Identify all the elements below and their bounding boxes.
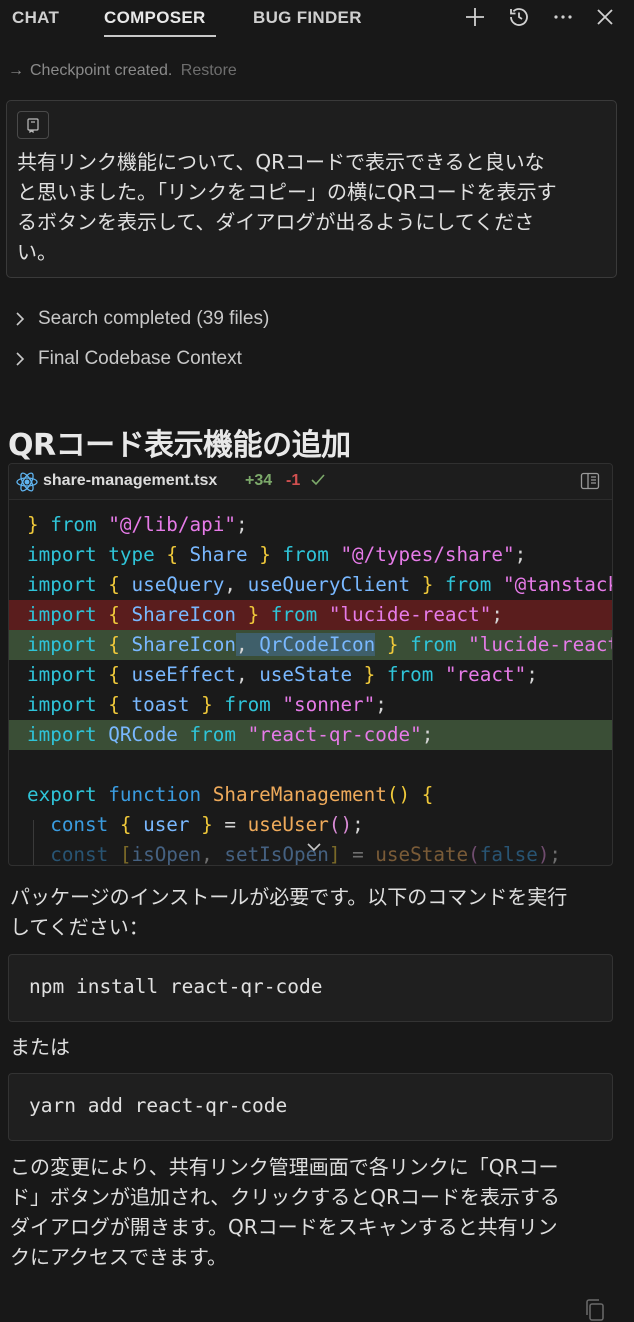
code-line: import { useQuery, useQueryClient } from… bbox=[27, 573, 612, 596]
plus-icon[interactable] bbox=[462, 4, 488, 30]
active-tab-indicator bbox=[104, 35, 216, 37]
react-icon bbox=[16, 472, 38, 492]
copy-icon[interactable] bbox=[584, 1298, 606, 1322]
chevron-down-icon[interactable] bbox=[305, 840, 323, 854]
section-title: QRコード表示機能の追加 bbox=[8, 428, 351, 463]
code-line-inserted: import QRCode from "react-qr-code"; bbox=[9, 720, 612, 750]
tab-chat[interactable]: CHAT bbox=[12, 8, 59, 28]
removed-lines-count: -1 bbox=[286, 472, 301, 489]
code-line: const { user } = useUser(); bbox=[50, 813, 364, 836]
or-text: または bbox=[10, 1035, 70, 1059]
check-icon bbox=[311, 474, 325, 486]
command-text: npm install react-qr-code bbox=[29, 975, 323, 998]
command-block-yarn: yarn add react-qr-code bbox=[8, 1073, 613, 1141]
final-context-label: Final Codebase Context bbox=[38, 348, 242, 369]
tab-composer[interactable]: COMPOSER bbox=[104, 8, 206, 28]
code-card-header: share-management.tsx +34 -1 bbox=[9, 464, 612, 500]
code-filename[interactable]: share-management.tsx bbox=[43, 472, 217, 490]
prompt-line: い。 bbox=[17, 240, 57, 264]
paragraph-line: パッケージのインストールが必要です。以下のコマンドを実行 bbox=[10, 885, 568, 909]
search-completed-row[interactable]: Search completed (39 files) bbox=[14, 308, 269, 330]
summary-text: この変更により、共有リンク管理画面で各リンクに「QRコー ド」ボタンが追加され、… bbox=[10, 1152, 614, 1272]
code-diff-card: share-management.tsx +34 -1 } from "@/li… bbox=[8, 463, 613, 866]
paragraph-line: クにアクセスできます。 bbox=[10, 1245, 227, 1269]
chevron-right-icon bbox=[16, 312, 25, 326]
code-body: } from "@/lib/api"; import type { Share … bbox=[9, 502, 612, 865]
added-lines-count: +34 bbox=[245, 472, 273, 489]
code-line-deleted: import { ShareIcon } from "lucide-react"… bbox=[9, 600, 612, 630]
prompt-text: 共有リンク機能について、QRコードで表示できると良いな と思いました。「リンクを… bbox=[17, 147, 605, 267]
arrow-right-icon: → bbox=[8, 62, 24, 79]
command-block-npm: npm install react-qr-code bbox=[8, 954, 613, 1022]
paragraph-line: ダイアログが開きます。QRコードをスキャンすると共有リン bbox=[10, 1215, 558, 1239]
code-line: import { useEffect, useState } from "rea… bbox=[27, 663, 538, 686]
book-icon bbox=[27, 118, 39, 133]
user-prompt-box: 共有リンク機能について、QRコードで表示できると良いな と思いました。「リンクを… bbox=[6, 100, 617, 278]
checkpoint-row: → Checkpoint created. Restore bbox=[8, 62, 237, 80]
restore-link[interactable]: Restore bbox=[181, 62, 237, 79]
close-icon[interactable] bbox=[592, 4, 618, 30]
tab-bug-finder[interactable]: BUG FINDER bbox=[253, 8, 362, 28]
checkpoint-text: Checkpoint created. bbox=[30, 62, 173, 79]
final-context-row[interactable]: Final Codebase Context bbox=[14, 348, 242, 370]
history-icon[interactable] bbox=[506, 4, 532, 30]
prompt-line: と思いました。「リンクをコピー」の横にQRコードを表示す bbox=[17, 180, 557, 204]
command-text: yarn add react-qr-code bbox=[29, 1094, 288, 1117]
code-line-inserted: import { ShareIcon, QrCodeIcon } from "l… bbox=[9, 630, 612, 660]
tab-bar: CHAT COMPOSER BUG FINDER bbox=[0, 0, 634, 40]
prompt-line: るボタンを表示して、ダイアログが出るようにしてくださ bbox=[17, 210, 535, 234]
search-completed-label: Search completed (39 files) bbox=[38, 308, 270, 329]
prompt-line: 共有リンク機能について、QRコードで表示できると良いな bbox=[17, 150, 545, 174]
paragraph-line: この変更により、共有リンク管理画面で各リンクに「QRコー bbox=[10, 1155, 559, 1179]
open-panel-icon[interactable] bbox=[580, 472, 600, 490]
code-line: } from "@/lib/api"; bbox=[27, 513, 248, 536]
paragraph-line: ド」ボタンが追加され、クリックするとQRコードを表示する bbox=[10, 1185, 560, 1209]
indent-guide bbox=[33, 820, 34, 865]
code-line: import type { Share } from "@/types/shar… bbox=[27, 543, 527, 566]
paragraph-line: してください： bbox=[10, 915, 149, 939]
chevron-right-icon bbox=[16, 352, 25, 366]
context-button[interactable] bbox=[17, 111, 49, 139]
code-line: import { toast } from "sonner"; bbox=[27, 693, 387, 716]
code-line: export function ShareManagement() { bbox=[27, 783, 434, 806]
more-icon[interactable] bbox=[550, 4, 576, 30]
install-instructions: パッケージのインストールが必要です。以下のコマンドを実行 してください： bbox=[10, 882, 614, 942]
